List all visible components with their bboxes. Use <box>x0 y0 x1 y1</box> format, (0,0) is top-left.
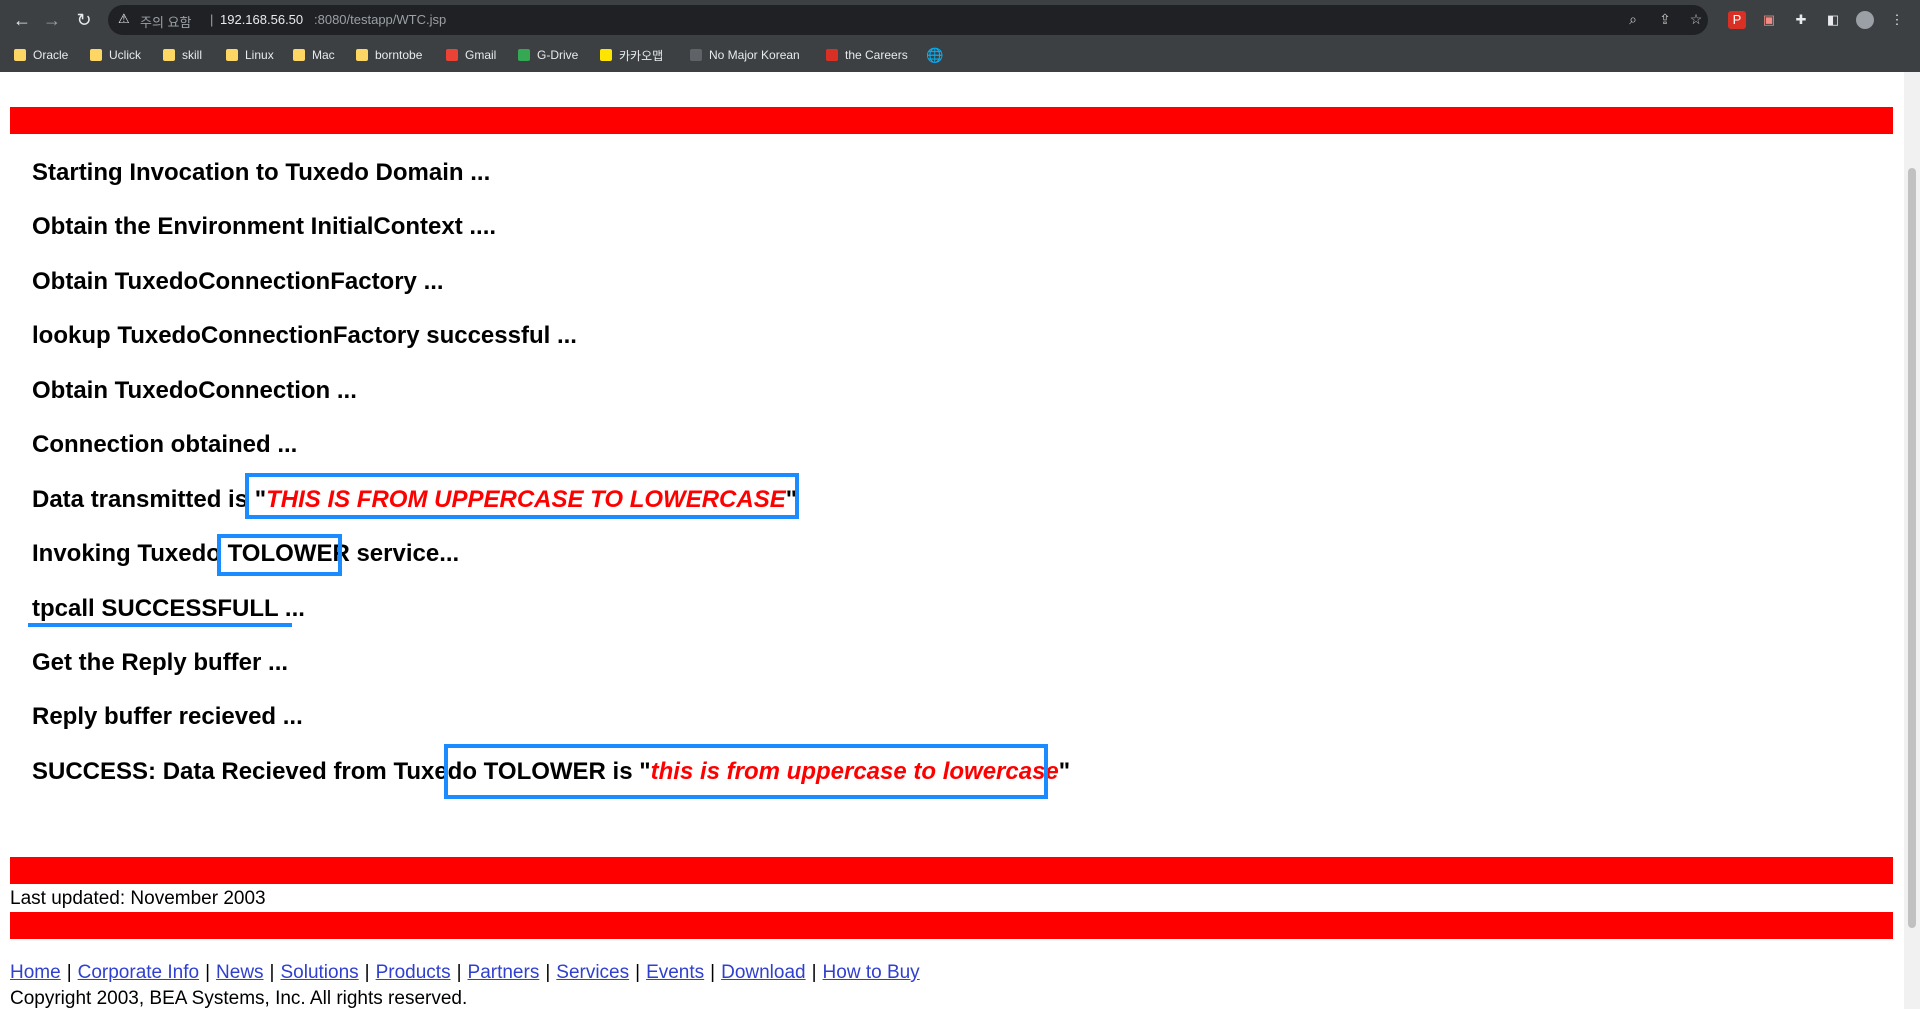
bookmark-oracle[interactable]: Oracle <box>14 44 68 66</box>
highlight-box-success <box>444 744 1048 799</box>
status-line: lookup TuxedoConnectionFactory successfu… <box>32 322 577 349</box>
footer-link-news[interactable]: News <box>216 962 264 983</box>
scrollbar[interactable] <box>1904 72 1920 1009</box>
footer-link-events[interactable]: Events <box>646 962 704 983</box>
folder-icon <box>163 49 175 61</box>
star-icon[interactable]: ☆ <box>1688 11 1704 27</box>
tpcall-line: tpcall SUCCESSFULL ... <box>32 595 305 622</box>
extension-icon[interactable]: ▣ <box>1760 11 1778 29</box>
forward-icon[interactable]: → <box>42 10 62 30</box>
scrollbar-thumb[interactable] <box>1908 168 1916 928</box>
pdf-extension-icon[interactable]: P <box>1728 11 1746 29</box>
footer-link-services[interactable]: Services <box>556 962 629 983</box>
bookmark-kakaomap[interactable]: 카카오맵 <box>600 44 663 66</box>
side-panel-icon[interactable]: ◧ <box>1824 11 1842 29</box>
bookmark-gmail[interactable]: Gmail <box>446 44 496 66</box>
security-warning[interactable]: 주의 요함 <box>140 12 191 31</box>
footer-nav: Home | Corporate Info | News | Solutions | Produ… <box>10 962 920 983</box>
highlight-box-service <box>217 534 342 576</box>
bookmarks-bar: Oracle Uclick skill Linux Mac borntobe G… <box>0 40 1920 70</box>
footer-link-corporate-info[interactable]: Corporate Info <box>78 962 199 983</box>
folder-icon <box>356 49 368 61</box>
reload-icon[interactable]: ↻ <box>74 10 94 30</box>
menu-icon[interactable]: ⋮ <box>1888 11 1906 29</box>
footer-banner-bottom <box>10 912 1893 939</box>
bookmark-uclick[interactable]: Uclick <box>90 44 141 66</box>
zoom-icon[interactable]: ⌕ <box>1625 11 1641 27</box>
dots-icon <box>690 49 702 61</box>
bookmark-the-careers[interactable]: the Careers <box>826 44 908 66</box>
status-line: Obtain TuxedoConnectionFactory ... <box>32 268 444 295</box>
footer-link-download[interactable]: Download <box>721 962 806 983</box>
folder-icon <box>90 49 102 61</box>
footer-banner-top <box>10 857 1893 884</box>
footer-link-solutions[interactable]: Solutions <box>280 962 358 983</box>
get-reply-line: Get the Reply buffer ... <box>32 649 289 676</box>
drive-icon <box>518 49 530 61</box>
footer-link-products[interactable]: Products <box>376 962 451 983</box>
address-separator: | <box>210 12 214 27</box>
bookmark-no-major-korean[interactable]: No Major Korean <box>690 44 800 66</box>
share-icon[interactable]: ⇪ <box>1657 11 1673 27</box>
bookmark-borntobe[interactable]: borntobe <box>356 44 422 66</box>
gmail-icon <box>446 49 458 61</box>
bookmark-skill[interactable]: skill <box>163 44 202 66</box>
status-line: Starting Invocation to Tuxedo Domain ... <box>32 159 491 186</box>
status-line: Obtain TuxedoConnection ... <box>32 377 357 404</box>
url-path[interactable]: :8080/testapp/WTC.jsp <box>314 12 446 27</box>
footer-link-home[interactable]: Home <box>10 962 61 983</box>
map-icon <box>600 49 612 61</box>
status-line: Connection obtained ... <box>32 431 298 458</box>
bookmark-mac[interactable]: Mac <box>293 44 335 66</box>
browser-chrome: ← → ↻ ⚠ 주의 요함 | 192.168.56.50 :8080/test… <box>0 0 1920 72</box>
reply-received-line: Reply buffer recieved ... <box>32 703 303 730</box>
bookmark-gdrive[interactable]: G-Drive <box>518 44 578 66</box>
folder-icon <box>14 49 26 61</box>
folder-icon <box>293 49 305 61</box>
highlight-box-transmitted <box>245 473 799 519</box>
highlight-underline-tpcall <box>28 623 292 627</box>
careers-icon <box>826 49 838 61</box>
footer-link-partners[interactable]: Partners <box>468 962 540 983</box>
folder-icon <box>226 49 238 61</box>
globe-icon[interactable]: 🌐 <box>926 44 943 66</box>
last-updated: Last updated: November 2003 <box>10 888 266 909</box>
footer-link-how-to-buy[interactable]: How to Buy <box>823 962 920 983</box>
puzzle-icon[interactable]: ✚ <box>1792 11 1810 29</box>
back-icon[interactable]: ← <box>12 10 32 30</box>
bookmark-linux[interactable]: Linux <box>226 44 274 66</box>
top-banner <box>10 107 1893 134</box>
url-host[interactable]: 192.168.56.50 <box>220 12 303 27</box>
copyright: Copyright 2003, BEA Systems, Inc. All ri… <box>10 988 468 1009</box>
avatar[interactable] <box>1856 11 1874 29</box>
status-line: Obtain the Environment InitialContext ..… <box>32 213 497 240</box>
warning-icon[interactable]: ⚠ <box>118 11 130 27</box>
address-row: ← → ↻ ⚠ 주의 요함 | 192.168.56.50 :8080/test… <box>0 0 1920 40</box>
